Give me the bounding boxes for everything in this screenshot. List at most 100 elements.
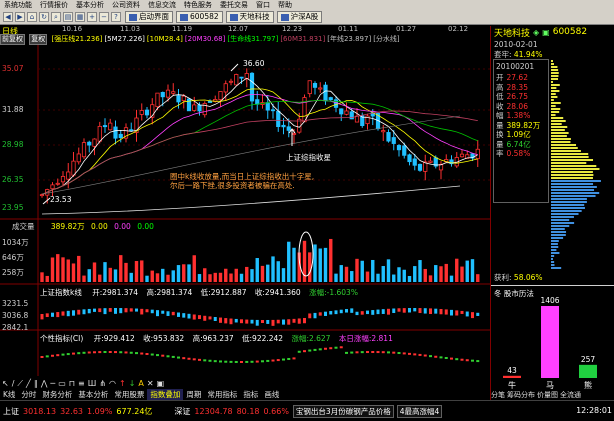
menu-item[interactable]: 特色服务 [180,0,216,10]
line-tool-icon[interactable]: / [12,379,15,389]
help-icon[interactable]: ? [111,12,121,22]
volume-bar [266,264,270,282]
rect-tool-icon[interactable]: ▭ [58,379,66,389]
chart-tab[interactable]: 画线 [261,389,282,400]
refresh-icon[interactable]: ↻ [39,12,49,22]
menu-item[interactable]: 帮助 [274,0,296,10]
arc-tool-icon[interactable]: ◠ [109,379,116,389]
volume-bar [418,260,422,282]
volume-bar [119,255,123,282]
chip-bar [551,258,553,260]
zoom-in-icon[interactable]: + [87,12,97,22]
arrow-tool-icon[interactable]: ↖ [2,379,9,389]
index-candle [402,308,406,313]
print-icon[interactable]: ▤ [63,12,73,22]
chart-tab[interactable]: 常用指标 [204,389,240,400]
index-candle [198,315,201,320]
chip-bar [551,186,597,188]
panel-tab[interactable]: 全流通 [560,390,581,400]
market-list-button[interactable]: 沪深A股 [276,11,323,23]
indicator-mark [224,360,228,363]
sh-index-change: 32.63 [60,406,83,416]
menu-item[interactable]: 行情报价 [36,0,72,10]
segment-tool-icon[interactable]: ╱ [26,379,31,389]
text-tool-icon[interactable]: A [138,379,143,389]
volume-bar [381,266,385,282]
startup-screen-button[interactable]: 启动界面 [125,11,173,23]
zoom-out-icon[interactable]: − [99,12,109,22]
index-candle [250,319,254,324]
index-axis-label: 3036.8 [2,311,29,320]
indicator-mark [355,351,359,354]
eraser-tool-icon[interactable]: ✕ [147,379,154,389]
candle-body [181,95,186,101]
chart-tab[interactable]: 指标 [240,389,261,400]
panel-tab[interactable]: 筹码分布 [507,390,535,400]
window-icon [129,13,137,21]
menu-item[interactable]: 系统功能 [0,0,36,10]
panel-tab[interactable]: 价量图 [537,390,558,400]
chart-tab[interactable]: 常用股票 [111,389,147,400]
chart-tab[interactable]: K线 [0,389,18,400]
hline-tool-icon[interactable]: ─ [50,379,55,389]
ma-legend-item: [5M27.226] [104,35,145,43]
gold-tool-icon[interactable]: Ш [88,379,97,389]
f10-icon[interactable]: ▣ [542,28,550,37]
indicator-mark [434,355,438,358]
index-candle [334,310,338,315]
parallel-tool-icon[interactable]: ∥ [34,379,38,389]
cycle-tool-icon[interactable]: ⊓ [69,379,75,389]
news-ticker[interactable]: 宝钢出台3月份碳钢产品价格 [292,404,394,418]
adjust-price-button[interactable]: 前复权 [0,34,25,45]
indicator-mark [408,352,411,355]
down-arrow-icon[interactable]: ↓ [129,379,136,389]
stock-code-button[interactable]: 600582 [176,11,223,23]
lock-tool-icon[interactable]: ▣ [157,379,165,389]
menu-item[interactable]: 窗口 [252,0,274,10]
fib-tool-icon[interactable]: ≡ [78,379,85,389]
menu-item[interactable]: 委托交易 [216,0,252,10]
search-icon[interactable]: ⌕ [51,12,61,22]
fan-tool-icon[interactable]: ⋔ [99,379,106,389]
info-icon[interactable]: ◈ [533,28,539,37]
price-axis-label: 23.95 [2,203,24,212]
index-candle [182,313,186,318]
news-ticker-2[interactable]: 4最高涨幅4 [396,404,443,418]
index-candle [72,310,75,316]
sh-index-amount: 677.24亿 [116,406,153,416]
volume-bar [397,267,401,282]
home-icon[interactable]: ⌂ [27,12,37,22]
chart-icon[interactable]: ▦ [75,12,85,22]
volume-bar [313,244,317,282]
indicator-mark [198,358,201,361]
back-icon[interactable]: ◀ [3,12,13,22]
index-candle [166,311,170,316]
restore-price-button[interactable]: 复权 [29,34,48,45]
chart-tab[interactable]: 基本分析 [75,389,111,400]
stock-name-button[interactable]: 天地科技 [225,11,274,23]
forward-icon[interactable]: ▶ [15,12,25,22]
menu-item[interactable]: 基本分析 [72,0,108,10]
chart-tab[interactable]: 财务分析 [39,389,75,400]
menu-item[interactable]: 公司资料 [108,0,144,10]
chart-tab[interactable]: 指数叠加 [147,389,184,400]
indicator-mark [156,354,159,357]
indicator-mark [276,359,280,362]
chart-tab[interactable]: 分时 [18,389,39,400]
chip-bar [551,63,554,65]
price-axis-label: 28.98 [2,140,24,149]
indicator-mark [345,351,348,354]
up-arrow-icon[interactable]: ↑ [119,379,126,389]
ray-tool-icon[interactable]: ⟋ [17,379,23,389]
chart-tab[interactable]: 周期 [183,389,204,400]
menu-item[interactable]: 信息交流 [144,0,180,10]
candle-body [97,125,102,142]
candle-body [165,89,171,98]
kline-chart[interactable] [0,26,490,378]
volume-bar [224,268,228,282]
channel-tool-icon[interactable]: ⋀ [41,379,48,389]
volume-bar [449,275,454,282]
index-candle [187,313,191,319]
kline-chart-area[interactable]: 日线 10.16 11.03 11.19 12.07 12.23 01.11 01.27 02… [0,25,490,378]
panel-tab[interactable]: 分笔 [491,390,505,400]
